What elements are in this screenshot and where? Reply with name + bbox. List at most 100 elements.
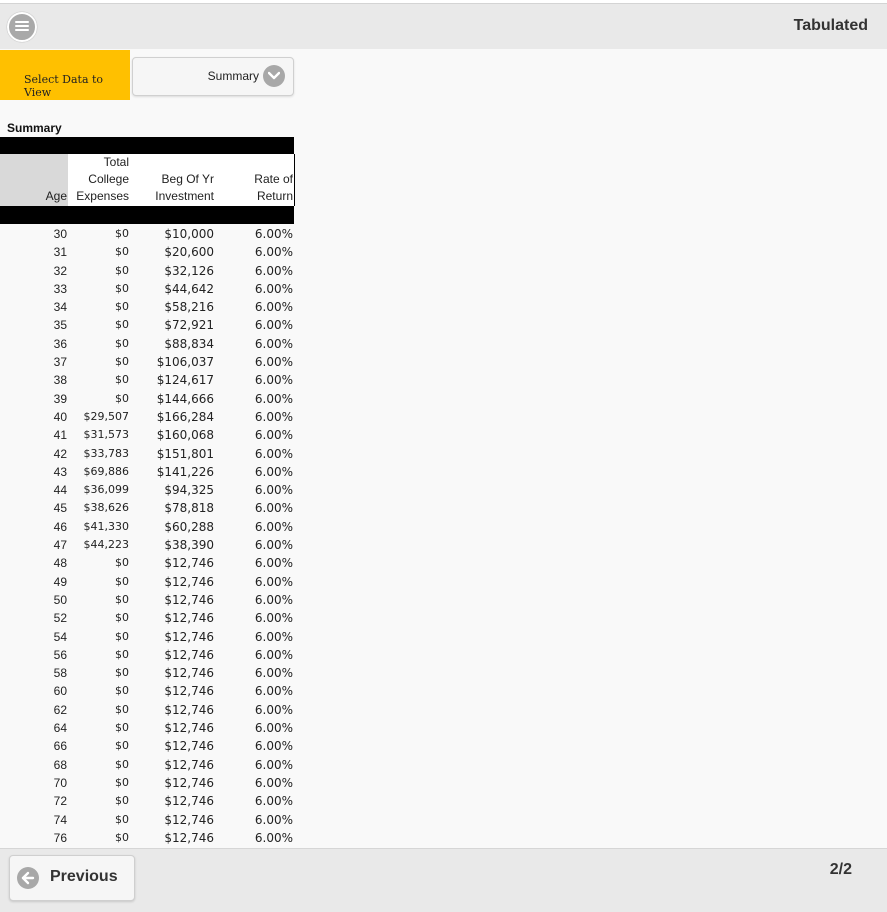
table-row: 45 $38,626 $78,818 6.00% [0,499,294,517]
age-cell: 36 [53,336,67,351]
expenses-cell: $0 [115,281,129,295]
investment-cell: $141,226 [156,464,214,479]
table-row: 58 $0 $12,746 6.00% [0,664,294,682]
age-cell: 48 [53,556,67,571]
table-header: Age Total College Expenses Beg Of Yr Invest… [0,154,295,206]
previous-button[interactable]: Previous [9,855,135,901]
previous-label: Previous [50,868,118,885]
return-cell: 6.00% [254,794,293,809]
main-content: Select Data to View Summary Summary Age … [0,49,887,848]
investment-cell: $12,746 [164,721,214,736]
expenses-cell: $69,886 [83,464,130,478]
table-row: 64 $0 $12,746 6.00% [0,719,294,737]
expenses-cell: $0 [115,592,129,606]
expenses-cell: $0 [115,775,129,789]
header-bar: Tabulated [0,3,887,50]
expenses-cell: $0 [115,647,129,661]
return-cell: 6.00% [254,501,293,516]
page-title: Tabulated [793,17,868,34]
investment-cell: $12,746 [164,739,214,754]
table-row: 50 $0 $12,746 6.00% [0,591,294,609]
return-cell: 6.00% [254,318,293,333]
expenses-cell: $0 [115,757,129,771]
age-cell: 45 [53,501,67,516]
investment-cell: $12,746 [164,794,214,809]
table-row: 36 $0 $88,834 6.00% [0,335,294,353]
dropdown-value: Summary [207,69,259,83]
table-row: 66 $0 $12,746 6.00% [0,737,294,755]
table-row: 32 $0 $32,126 6.00% [0,262,294,280]
expenses-cell: $36,099 [83,483,130,497]
expenses-cell: $0 [115,702,129,716]
expenses-cell: $0 [115,830,129,844]
age-cell: 68 [53,757,67,772]
return-cell: 6.00% [254,428,293,443]
expenses-cell: $0 [115,629,129,643]
age-cell: 31 [53,245,67,260]
investment-cell: $12,746 [164,830,214,845]
investment-cell: $106,037 [156,355,214,370]
table-header-band-bottom [0,206,294,224]
investment-cell: $72,921 [164,318,214,333]
return-cell: 6.00% [254,227,293,241]
investment-cell: $166,284 [156,409,214,424]
age-cell: 74 [53,812,67,827]
table-row: 37 $0 $106,037 6.00% [0,353,294,371]
return-cell: 6.00% [254,629,293,644]
age-cell: 44 [53,483,67,498]
expenses-header: Total College Expenses [76,155,129,203]
investment-cell: $12,746 [164,574,214,589]
table-row: 56 $0 $12,746 6.00% [0,646,294,664]
investment-cell: $44,642 [164,281,214,296]
return-cell: 6.00% [254,684,293,699]
section-title: Summary [7,121,62,135]
investment-cell: $12,746 [164,556,214,571]
data-view-dropdown[interactable]: Summary [132,57,294,96]
age-cell: 60 [53,684,67,699]
investment-cell: $12,746 [164,629,214,644]
table-row: 60 $0 $12,746 6.00% [0,682,294,700]
age-cell: 56 [53,647,67,662]
investment-cell: $12,746 [164,812,214,827]
select-data-label-text: Select Data to View [24,73,104,99]
table-row: 46 $41,330 $60,288 6.00% [0,518,294,536]
investment-cell: $160,068 [156,428,214,443]
investment-cell: $12,746 [164,666,214,681]
investment-cell: $60,288 [164,519,214,534]
expenses-cell: $0 [115,336,129,350]
return-cell: 6.00% [254,263,293,278]
table-row: 44 $36,099 $94,325 6.00% [0,481,294,499]
expenses-cell: $0 [115,739,129,753]
table-row: 74 $0 $12,746 6.00% [0,811,294,829]
expenses-cell: $0 [115,318,129,332]
return-cell: 6.00% [254,446,293,461]
table-row: 34 $0 $58,216 6.00% [0,298,294,316]
age-cell: 43 [53,464,67,479]
expenses-cell: $31,573 [83,428,130,442]
return-cell: 6.00% [254,281,293,296]
expenses-cell: $0 [115,263,129,277]
arrow-left-icon [17,867,39,889]
table-row: 33 $0 $44,642 6.00% [0,280,294,298]
expenses-cell: $0 [115,300,129,314]
return-cell: 6.00% [254,245,293,260]
return-cell: 6.00% [254,355,293,370]
age-cell: 42 [53,446,67,461]
return-cell: 6.00% [254,775,293,790]
age-cell: 54 [53,629,67,644]
investment-cell: $88,834 [164,336,214,351]
age-cell: 40 [53,409,67,424]
return-cell: 6.00% [254,721,293,736]
chevron-down-icon [263,65,285,87]
investment-cell: $124,617 [156,373,214,388]
table-row: 38 $0 $124,617 6.00% [0,371,294,389]
return-cell: 6.00% [254,336,293,351]
table-row: 52 $0 $12,746 6.00% [0,609,294,627]
return-cell: 6.00% [254,830,293,845]
age-cell: 49 [53,574,67,589]
menu-icon[interactable] [7,12,37,42]
return-cell: 6.00% [254,647,293,662]
age-cell: 37 [53,355,67,370]
age-cell: 35 [53,318,67,333]
page-indicator: 2/2 [829,861,852,878]
